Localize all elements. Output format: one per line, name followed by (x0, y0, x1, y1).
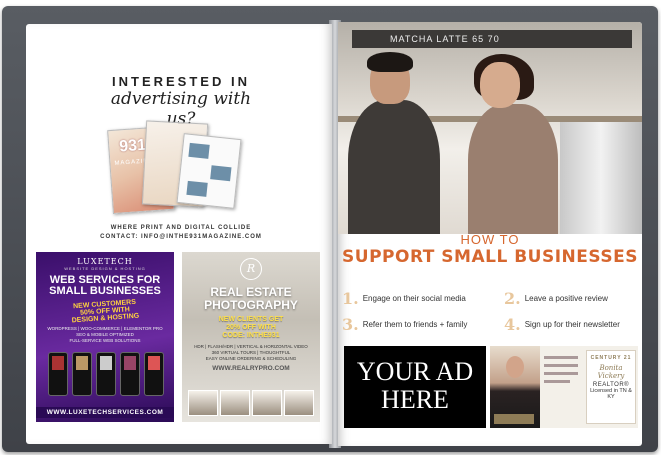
realestate-title-line2: PHOTOGRAPHY (204, 298, 298, 312)
tagline-text: WHERE PRINT AND DIGITAL COLLIDE (110, 225, 252, 231)
realestate-details-line3: EASY ONLINE ORDERING & SCHEDULING (205, 356, 297, 361)
advertise-heading: INTERESTED IN advertising with us? (96, 74, 266, 129)
luxetech-title: WEB SERVICES FOR SMALL BUSINESSES (36, 275, 174, 297)
support-headline: HOW TO SUPPORT SMALL BUSINESSES (338, 232, 642, 267)
tip-number: 3. (342, 315, 359, 334)
realestate-title: REAL ESTATE PHOTOGRAPHY (182, 286, 320, 312)
agent-contact-lines (544, 356, 584, 388)
magazine-page-photo (210, 165, 232, 182)
barista-man (338, 52, 448, 234)
phone-mockups (48, 352, 164, 398)
phone-mockup (96, 352, 116, 396)
realestate-photo-ad[interactable]: R REAL ESTATE PHOTOGRAPHY NEW CLIENTS GE… (182, 252, 320, 422)
barista-woman (468, 54, 568, 234)
magazine-page-photo (186, 180, 208, 197)
realestate-photo-strip (188, 390, 314, 416)
agent-logo-bar (494, 414, 534, 424)
realestate-logo-icon: R (240, 258, 262, 280)
realestate-promo-line3: CODE: INTHE931 (222, 332, 280, 339)
agent-name: Bonita Vickery (597, 364, 625, 380)
magazine-tagline: WHERE PRINT AND DIGITAL COLLIDE CONTACT:… (84, 224, 278, 242)
phone-mockup (120, 352, 140, 396)
realestate-promo-line1: NEW CLIENTS GET (218, 316, 284, 323)
magazine-cover-title: 931 (118, 136, 147, 156)
luxetech-brand: LUXETECH (77, 257, 133, 266)
realtor-ad[interactable]: CENTURY 21 Bonita Vickery REALTOR® Licen… (490, 346, 638, 428)
realestate-promo-line2: 20% OFF WITH (226, 324, 276, 331)
phone-mockup (48, 352, 68, 396)
tip-item: 2. Leave a positive review (504, 289, 608, 308)
interior-photo (188, 390, 218, 416)
tip-text: Refer them to friends + family (362, 320, 468, 329)
tip-text: Engage on their social media (362, 294, 466, 303)
tip-number: 1. (342, 289, 359, 308)
luxetech-url[interactable]: WWW.LUXETECHSERVICES.COM (36, 407, 174, 418)
agent-license: Licensed in TN & KY (590, 388, 632, 400)
luxetech-promo: NEW CUSTOMERS 50% OFF WITH DESIGN & HOST… (35, 296, 174, 327)
coffee-shop-photo: MATCHA LATTE 65 70 (338, 22, 642, 234)
tip-text: Sign up for their newsletter (524, 320, 620, 329)
luxetech-title-line2: SMALL BUSINESSES (49, 285, 161, 297)
realestate-promo: NEW CLIENTS GET 20% OFF WITH CODE: INTHE… (182, 316, 320, 340)
interior-photo (252, 390, 282, 416)
your-ad-here-box[interactable]: YOUR AD HERE (344, 346, 486, 428)
your-ad-line2: HERE (381, 385, 449, 414)
phone-mockup (72, 352, 92, 396)
interior-photo (220, 390, 250, 416)
agent-brand: CENTURY 21 (590, 355, 632, 361)
contact-email[interactable]: CONTACT: INFO@INTHE931MAGAZINE.COM (84, 233, 278, 242)
luxetech-ad[interactable]: LUXETECH WEBSITE DESIGN & HOSTING WEB SE… (36, 252, 174, 422)
menu-board: MATCHA LATTE 65 70 (352, 30, 632, 48)
realestate-url[interactable]: WWW.REALRYPRO.COM (182, 365, 320, 372)
magazine-stack-image: 931 MAGAZINE (107, 120, 242, 215)
luxetech-services: WORDPRESS | WOO-COMMERCE | ELEMENTOR PRO… (36, 326, 174, 344)
phone-mockup (144, 352, 164, 396)
espresso-machine (560, 122, 642, 234)
right-page: MATCHA LATTE 65 70 HOW TO SUPPORT SMALL … (338, 22, 642, 446)
tip-number: 4. (504, 315, 521, 334)
left-page: INTERESTED IN advertising with us? 931 M… (26, 24, 332, 444)
support-headline-line2: SUPPORT SMALL BUSINESSES (342, 247, 638, 267)
tip-item: 3. Refer them to friends + family (342, 315, 467, 334)
magazine-page-photo (188, 142, 210, 159)
luxetech-services-line3: FULL-SERVICE WEB SOLUTIONS (69, 338, 141, 343)
luxetech-small: WEBSITE DESIGN & HOSTING (64, 266, 146, 271)
support-headline-line1: HOW TO (460, 232, 520, 247)
magazine-frame: INTERESTED IN advertising with us? 931 M… (2, 6, 658, 452)
tip-item: 1. Engage on their social media (342, 289, 466, 308)
tip-number: 2. (504, 289, 521, 308)
your-ad-line1: YOUR AD (356, 357, 474, 386)
realestate-details: HDR | FLASH/HDR | VERTICAL & HORIZONTAL … (182, 344, 320, 362)
advertise-heading-line1: INTERESTED IN (112, 74, 250, 89)
tip-text: Leave a positive review (524, 294, 608, 303)
tips-list: 1. Engage on their social media 2. Leave a… (342, 285, 638, 347)
magazine-page (176, 133, 242, 209)
tip-item: 4. Sign up for their newsletter (504, 315, 620, 334)
agent-info-box: CENTURY 21 Bonita Vickery REALTOR® Licen… (586, 350, 636, 424)
interior-photo (284, 390, 314, 416)
